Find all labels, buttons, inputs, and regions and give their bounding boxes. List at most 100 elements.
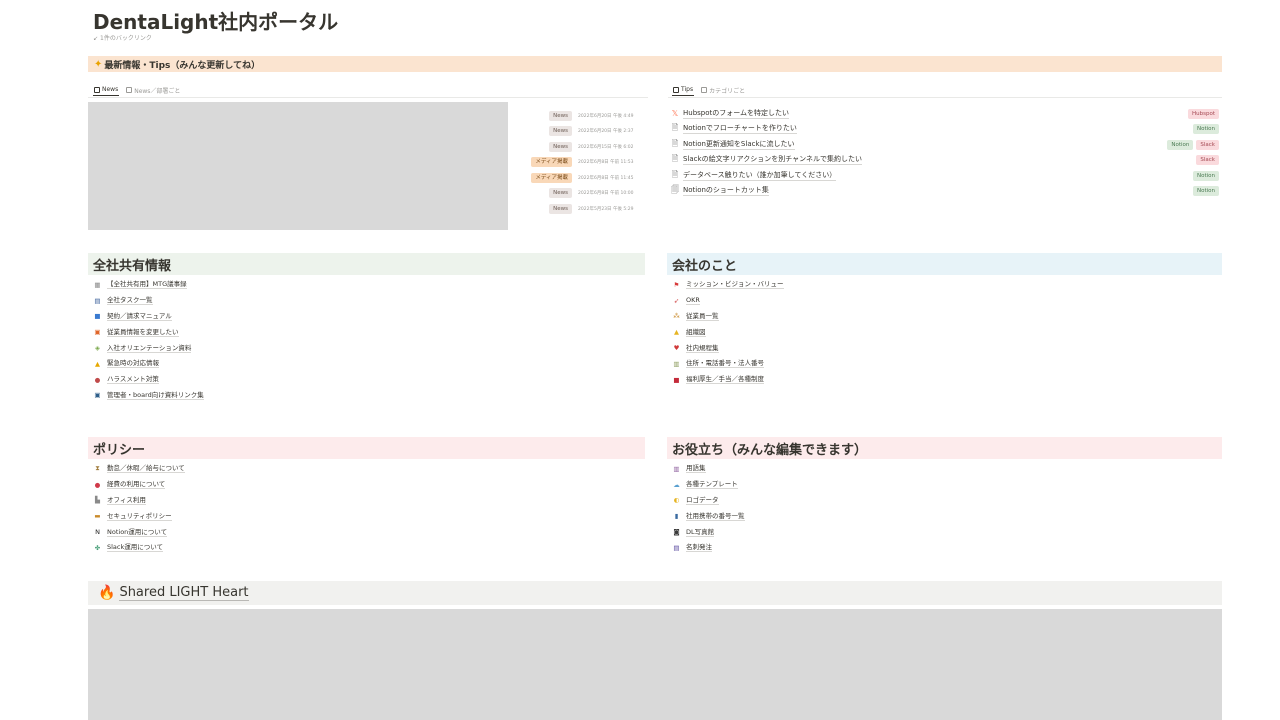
list-item[interactable]: ◈ 入社オリエンテーション資料: [93, 340, 593, 356]
tip-item[interactable]: 🗎 データベース触りたい（誰か加筆してください） Notion: [670, 168, 1222, 184]
list-item[interactable]: ▣ 管理者・board向け資料リンク集: [93, 388, 593, 404]
tab-news-by-dept[interactable]: News／部署ごと: [125, 84, 181, 96]
list-item[interactable]: ▥ 用語集: [672, 461, 1172, 477]
shared-light-heart-heading[interactable]: 🔥 Shared LIGHT Heart: [88, 581, 1222, 605]
rocket-icon: ➶: [673, 296, 680, 305]
news-tag: News: [549, 126, 572, 137]
book-icon: ■: [94, 312, 101, 321]
tag-slack: Slack: [1196, 155, 1219, 166]
list-item[interactable]: ▬ セキュリティポリシー: [93, 508, 593, 524]
list-item[interactable]: ▮ 社用携帯の番号一覧: [672, 508, 1172, 524]
list-item[interactable]: ▤ 全社タスク一覧: [93, 293, 593, 309]
tab-tips[interactable]: Tips: [672, 84, 695, 96]
org-chart-icon: ▲: [674, 328, 679, 337]
list-item[interactable]: ▙ オフィス利用: [93, 493, 593, 509]
tip-title: Notionのショートカット集: [683, 186, 769, 197]
book-icon: ♥: [673, 344, 680, 353]
backlink-arrow-icon: ↙: [93, 35, 99, 42]
link-text: 従業員情報を変更したい: [107, 327, 179, 337]
tag-notion: Notion: [1167, 139, 1194, 150]
news-tag: メディア掲載: [531, 157, 572, 168]
news-item[interactable]: News 2022年5月23日 午後 5:29: [508, 201, 648, 217]
list-item[interactable]: ● ハラスメント対策: [93, 372, 593, 388]
list-item[interactable]: N Notion運用について: [93, 524, 593, 540]
link-text: 社用携帯の番号一覧: [686, 511, 745, 521]
news-item[interactable]: News 2022年6月20日 午後 2:37: [508, 124, 648, 140]
tip-tags: Slack: [1196, 155, 1219, 166]
page-icon: 🗎: [671, 169, 679, 179]
link-text: Slack運用について: [107, 543, 164, 553]
page-text-icon: 🗐: [671, 185, 679, 195]
list-item[interactable]: ◐ ロゴデータ: [672, 493, 1172, 509]
link-text: ハラスメント対策: [107, 375, 159, 385]
flag-icon: ⚑: [673, 280, 680, 289]
list-item[interactable]: ◙ DL写真館: [672, 524, 1172, 540]
table-icon: [701, 87, 708, 93]
table-icon: [126, 87, 133, 93]
checklist-icon: ▤: [94, 296, 101, 305]
list-item[interactable]: ■ 福利厚生／手当／各種制度: [672, 372, 1172, 388]
building-icon: ▥: [673, 359, 680, 368]
list-item[interactable]: ▥ 住所・電話番号・法人番号: [672, 356, 1172, 372]
news-date: 2022年6月8日 午前 10:00: [578, 191, 634, 197]
link-text: 全社タスク一覧: [107, 296, 153, 306]
tab-news[interactable]: News: [93, 84, 120, 96]
page-icon: 🗎: [671, 123, 679, 133]
list-item[interactable]: ▣ 従業員情報を変更したい: [93, 324, 593, 340]
tip-item[interactable]: 🗎 Slackの絵文字リアクションを別チャンネルで集約したい Slack: [670, 153, 1222, 169]
link-text: 名刺発注: [686, 543, 712, 553]
news-list: News 2022年6月20日 午後 4:49 News 2022年6月20日 …: [508, 108, 648, 217]
news-item[interactable]: メディア掲載 2022年6月8日 午前 11:53: [508, 155, 648, 171]
link-text: Notion運用について: [107, 527, 168, 537]
policy-list: ⧗ 勤怠／休暇／給与について ● 経費の利用について ▙ オフィス利用 ▬ セキュリティ…: [93, 461, 593, 556]
wallet-icon: ●: [94, 480, 101, 489]
list-item[interactable]: ⧗ 勤怠／休暇／給与について: [93, 461, 593, 477]
tip-item[interactable]: 🗎 Notion更新通知をSlackに流したい Notion Slack: [670, 137, 1222, 153]
list-item[interactable]: ☁ 各種テンプレート: [672, 477, 1172, 493]
link-text: 用語集: [686, 464, 706, 474]
page-title: DentaLight社内ポータル: [93, 10, 339, 34]
list-item[interactable]: ✤ Slack運用について: [93, 540, 593, 556]
hubspot-icon: 𝕏: [671, 109, 679, 119]
hourglass-icon: ⧗: [95, 464, 100, 473]
list-item[interactable]: ● 経費の利用について: [93, 477, 593, 493]
tab-by-category[interactable]: カテゴリごと: [700, 84, 746, 96]
list-item[interactable]: ▦ 【全社共有用】MTG議事録: [93, 277, 593, 293]
gift-icon: ■: [673, 375, 680, 384]
news-item[interactable]: News 2022年6月8日 午前 10:00: [508, 186, 648, 202]
list-item[interactable]: ⁂ 従業員一覧: [672, 309, 1172, 325]
laptop-icon: ▬: [94, 512, 101, 521]
list-item[interactable]: ■ 契約／請求マニュアル: [93, 309, 593, 325]
news-item[interactable]: News 2022年6月20日 午後 4:49: [508, 108, 648, 124]
list-item[interactable]: ♥ 社内規程集: [672, 340, 1172, 356]
backlinks-link[interactable]: ↙ 1件のバックリンク: [93, 33, 152, 42]
list-item[interactable]: ➶ OKR: [672, 293, 1172, 309]
tip-tags: Notion: [1192, 186, 1219, 197]
news-date: 2022年6月8日 午前 11:45: [578, 175, 634, 181]
tab-label: カテゴリごと: [709, 87, 746, 95]
tip-tags: Notion: [1192, 170, 1219, 181]
news-tag: メディア掲載: [531, 172, 572, 183]
tip-item[interactable]: 🗐 Notionのショートカット集 Notion: [670, 184, 1222, 200]
news-tabbar: News News／部署ごと: [93, 84, 181, 96]
palette-icon: ◐: [673, 496, 680, 505]
notebook-icon: ▦: [94, 280, 101, 289]
tab-label: News: [102, 86, 119, 93]
news-gallery-image[interactable]: [88, 102, 508, 230]
tips-tab-divider: [668, 97, 1222, 98]
tip-item[interactable]: 🗎 Notionでフローチャートを作りたい Notion: [670, 122, 1222, 138]
link-text: 福利厚生／手当／各種制度: [686, 375, 764, 385]
monitor-icon: ▣: [94, 391, 101, 400]
list-item[interactable]: ⚑ ミッション・ビジョン・バリュー: [672, 277, 1172, 293]
news-date: 2022年6月20日 午後 2:37: [578, 129, 634, 135]
list-item[interactable]: ▲ 組織図: [672, 324, 1172, 340]
fire-icon: 🔥: [98, 585, 116, 601]
news-date: 2022年6月8日 午前 11:53: [578, 160, 634, 166]
list-item[interactable]: ▲ 緊急時の対応情報: [93, 356, 593, 372]
tab-label: Tips: [681, 86, 694, 93]
news-item[interactable]: メディア掲載 2022年6月8日 午前 11:45: [508, 170, 648, 186]
shared-heart-gallery-image[interactable]: [88, 609, 1222, 720]
news-item[interactable]: News 2022年6月15日 午後 6:02: [508, 139, 648, 155]
tip-item[interactable]: 𝕏 Hubspotのフォームを特定したい Hubspot: [670, 106, 1222, 122]
list-item[interactable]: ▤ 名刺発注: [672, 540, 1172, 556]
